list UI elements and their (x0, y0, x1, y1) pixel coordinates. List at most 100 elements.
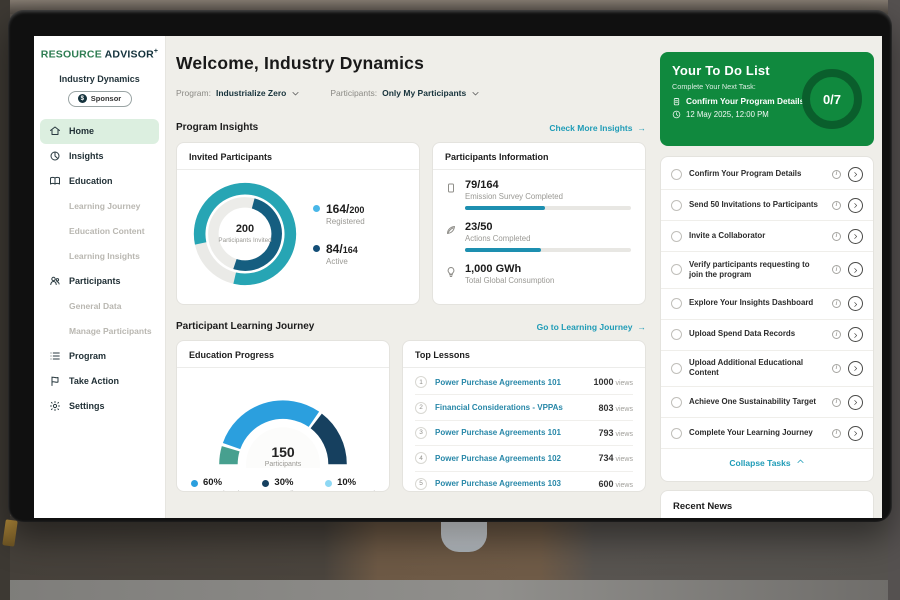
sidebar-item[interactable]: Take Action (40, 369, 159, 394)
invited-donut-chart: 200 Participants Invited (187, 176, 303, 292)
task-open-button[interactable] (848, 262, 863, 277)
collapse-tasks-link[interactable]: Collapse Tasks (661, 449, 873, 474)
info-icon[interactable]: i (832, 398, 841, 407)
info-icon[interactable]: i (832, 201, 841, 210)
sidebar-item[interactable]: Participants (40, 269, 159, 294)
lesson-link[interactable]: Power Purchase Agreements 101 (435, 428, 590, 437)
home-icon (49, 125, 61, 137)
task-checkbox[interactable] (671, 200, 682, 211)
sidebar-item-label: General Data (69, 301, 121, 311)
chevron-down-icon (471, 89, 480, 98)
sidebar-item[interactable]: Home (40, 119, 159, 144)
task-checkbox[interactable] (671, 231, 682, 242)
task-label: Confirm Your Program Details (689, 169, 825, 179)
participants-filter[interactable]: Participants: Only My Participants (330, 88, 480, 98)
learning-journey-title: Participant Learning Journey (176, 321, 314, 332)
sidebar-item[interactable]: Settings (40, 394, 159, 419)
info-row: 23/50 Actions Completed (445, 221, 631, 252)
todo-progress-ring: 0/7 (802, 69, 862, 129)
chevron-down-icon (291, 89, 300, 98)
todo-progress-value: 0/7 (823, 92, 841, 107)
invited-participants-title: Invited Participants (177, 143, 419, 170)
task-open-button[interactable] (848, 198, 863, 213)
sidebar-item[interactable]: Manage Participants (40, 319, 159, 344)
info-icon[interactable]: i (832, 364, 841, 373)
logo-primary: RESOURCE (41, 49, 102, 61)
task-checkbox[interactable] (671, 363, 682, 374)
task-label: Upload Additional Educational Content (689, 358, 825, 379)
sidebar-item[interactable]: Learning Insights (40, 244, 159, 269)
dashboard-screen: RESOURCE ADVISOR+ Industry Dynamics $ Sp… (34, 36, 882, 518)
task-label: Achieve One Sustainability Target (689, 397, 825, 407)
info-label: Actions Completed (465, 234, 631, 243)
sidebar-item-label: Learning Insights (69, 251, 140, 261)
sidebar-item[interactable]: Program (40, 344, 159, 369)
task-open-button[interactable] (848, 426, 863, 441)
gauge-center-label: Participants (195, 461, 371, 468)
task-label: Send 50 Invitations to Participants (689, 200, 825, 210)
info-label: Total Global Consumption (465, 276, 631, 285)
sidebar-item[interactable]: Education Content (40, 219, 159, 244)
lesson-link[interactable]: Power Purchase Agreements 103 (435, 479, 590, 488)
lesson-rank: 1 (415, 376, 427, 388)
info-icon[interactable]: i (832, 330, 841, 339)
task-label: Upload Spend Data Records (689, 329, 825, 339)
go-to-learning-journey-link[interactable]: Go to Learning Journey → (537, 322, 646, 332)
info-label: Emission Survey Completed (465, 192, 631, 201)
task-checkbox[interactable] (671, 298, 682, 309)
task-open-button[interactable] (848, 229, 863, 244)
task-open-button[interactable] (848, 361, 863, 376)
legend-label: Not Started (337, 489, 375, 492)
sidebar-item-label: Participants (69, 276, 121, 286)
todo-summary-card: Your To Do List Complete Your Next Task:… (660, 52, 874, 146)
task-checkbox[interactable] (671, 169, 682, 180)
learning-journey-header: Participant Learning Journey Go to Learn… (176, 321, 646, 332)
task-checkbox[interactable] (671, 264, 682, 275)
program-filter[interactable]: Program: Industrialize Zero (176, 88, 300, 98)
task-label: Explore Your Insights Dashboard (689, 298, 825, 308)
lesson-link[interactable]: Financial Considerations - VPPAs (435, 403, 590, 412)
main-content: Welcome, Industry Dynamics Program: Indu… (176, 36, 646, 518)
program-insights-header: Program Insights Check More Insights → (176, 122, 646, 133)
info-value: 23/50 (465, 221, 631, 233)
task-checkbox[interactable] (671, 397, 682, 408)
chevron-right-icon (852, 196, 859, 214)
info-icon[interactable]: i (832, 170, 841, 179)
legend-item: 60% Completed (191, 477, 239, 492)
task-open-button[interactable] (848, 395, 863, 410)
lesson-link[interactable]: Power Purchase Agreements 101 (435, 378, 585, 387)
check-more-insights-link[interactable]: Check More Insights → (549, 123, 646, 133)
program-icon (49, 350, 61, 362)
sponsor-badge[interactable]: $ Sponsor (68, 91, 132, 107)
sidebar-nav: Home Insights Education (34, 119, 165, 419)
sidebar-item[interactable]: General Data (40, 294, 159, 319)
actions-icon (445, 223, 457, 235)
lesson-link[interactable]: Power Purchase Agreements 102 (435, 454, 590, 463)
sidebar-item[interactable]: Learning Journey (40, 194, 159, 219)
filter-bar: Program: Industrialize Zero Participants… (176, 88, 480, 98)
legend-item: 84/164 Active (313, 242, 365, 266)
invited-participants-card: Invited Participants 200 Partic (176, 142, 420, 305)
info-icon[interactable]: i (832, 265, 841, 274)
task-open-button[interactable] (848, 296, 863, 311)
legend-dot (262, 480, 269, 487)
task-open-button[interactable] (848, 327, 863, 342)
lesson-rank: 4 (415, 452, 427, 464)
sidebar-item[interactable]: Insights (40, 144, 159, 169)
legend-dot (313, 205, 320, 212)
take-action-icon (49, 375, 61, 387)
participants-information-card: Participants Information 79/164 Emission… (432, 142, 646, 305)
task-open-button[interactable] (848, 167, 863, 182)
task-checkbox[interactable] (671, 428, 682, 439)
legend-label: Pending (274, 489, 302, 492)
info-icon[interactable]: i (832, 429, 841, 438)
legend-value: 10% (337, 477, 375, 488)
sidebar-item-label: Education (69, 176, 113, 186)
info-icon[interactable]: i (832, 299, 841, 308)
task-row: Explore Your Insights Dashboard i (661, 289, 873, 320)
sidebar-item[interactable]: Education (40, 169, 159, 194)
top-lessons-card: Top Lessons 1 Power Purchase Agreements … (402, 340, 646, 492)
info-icon[interactable]: i (832, 232, 841, 241)
clock-icon (672, 110, 681, 119)
task-checkbox[interactable] (671, 329, 682, 340)
